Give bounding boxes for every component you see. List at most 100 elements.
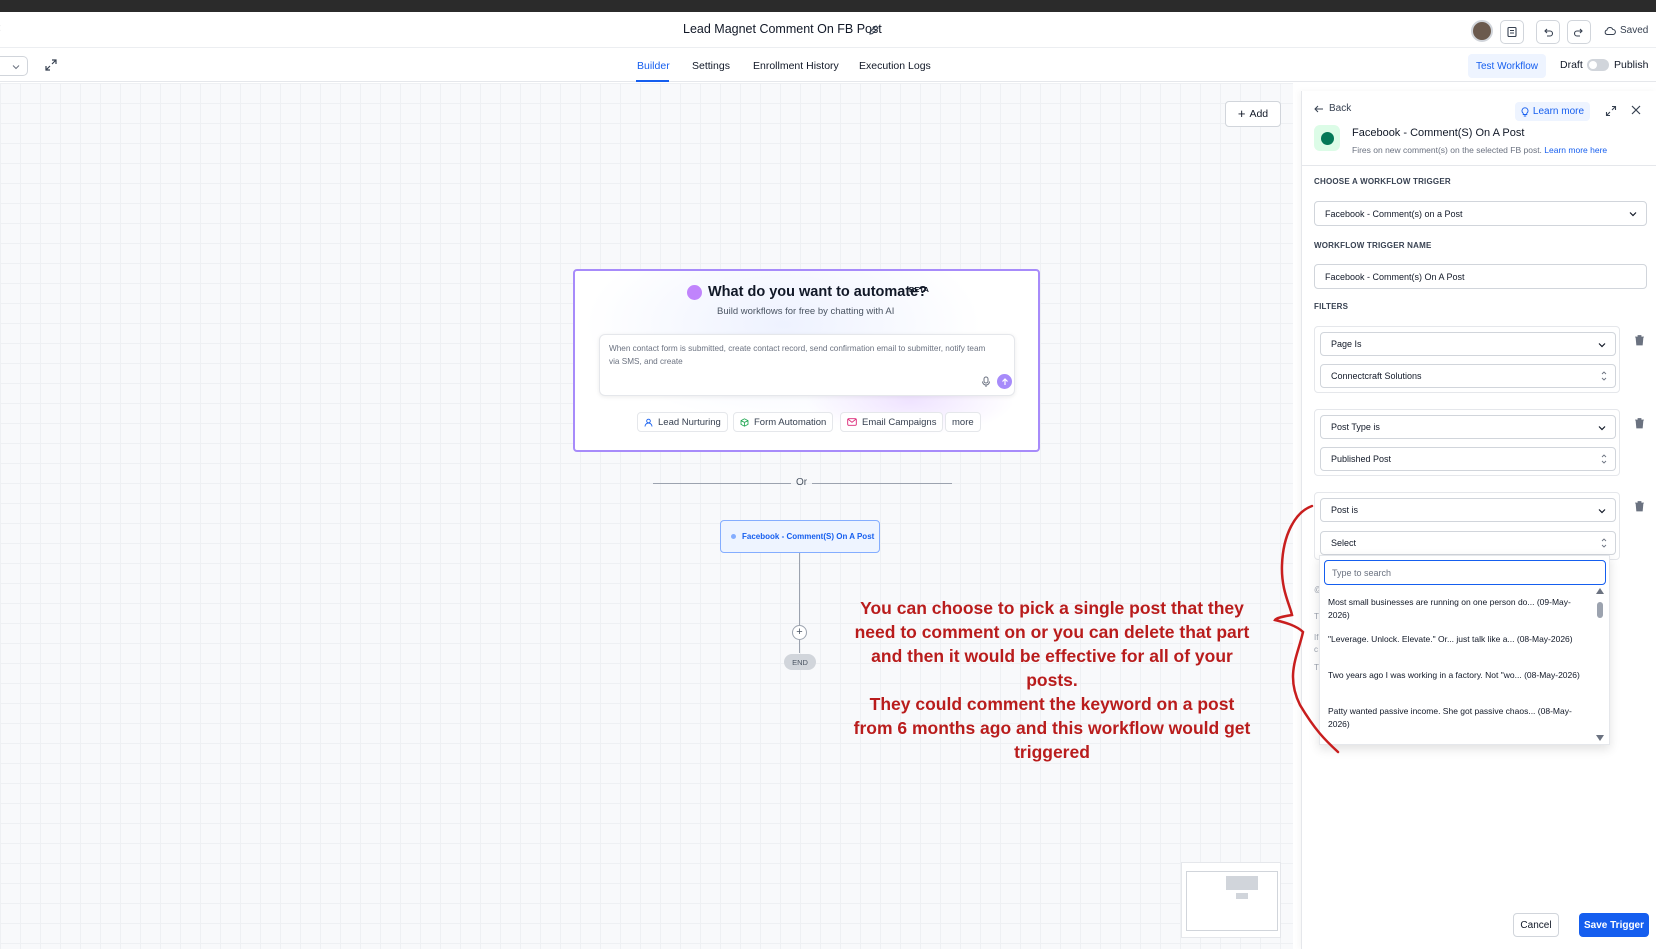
send-button[interactable] — [997, 374, 1012, 389]
add-step-button[interactable]: + — [792, 625, 807, 640]
up-down-icon — [1601, 538, 1607, 548]
pencil-icon[interactable] — [868, 24, 880, 36]
add-label: Add — [1249, 108, 1269, 120]
book-button[interactable] — [1500, 20, 1524, 44]
filter-field-select[interactable]: Post Type is — [1320, 415, 1616, 439]
filter-field-select[interactable]: Page Is — [1320, 332, 1616, 356]
trigger-type-select[interactable]: Facebook - Comment(s) on a Post — [1314, 201, 1647, 226]
redo-button[interactable] — [1567, 20, 1591, 44]
post-option[interactable]: Patty wanted passive income. She got pas… — [1328, 705, 1583, 730]
trigger-name-input[interactable]: Facebook - Comment(s) On A Post — [1314, 264, 1647, 289]
filter-value: Published Post — [1331, 454, 1392, 464]
left-dropdown[interactable] — [0, 56, 28, 76]
tab-settings[interactable]: Settings — [692, 60, 730, 72]
filter-value: Select — [1331, 538, 1357, 548]
redo-icon — [1573, 28, 1583, 37]
end-node: END — [784, 654, 816, 670]
learn-more-link[interactable]: Learn more here — [1544, 145, 1607, 155]
filter-group: Page Is Connectcraft Solutions — [1314, 326, 1620, 393]
workflow-title[interactable]: Lead Magnet Comment On FB Post — [683, 22, 882, 36]
ai-card-title: What do you want to automate? — [708, 284, 928, 300]
trash-icon[interactable] — [1634, 334, 1645, 346]
trash-icon[interactable] — [1634, 417, 1645, 429]
add-button[interactable]: + Add — [1225, 101, 1281, 127]
saved-label: Saved — [1620, 25, 1649, 36]
user-avatar[interactable] — [1471, 20, 1493, 42]
lightbulb-icon — [1521, 106, 1529, 116]
learn-more-label: Learn more — [1532, 106, 1585, 117]
scroll-up-icon[interactable] — [1596, 588, 1604, 594]
ai-prompt-input[interactable]: When contact form is submitted, create c… — [599, 334, 1015, 396]
cube-icon — [740, 417, 749, 427]
mail-icon — [847, 418, 857, 426]
chip-more[interactable]: more — [945, 412, 981, 432]
divider-right — [812, 483, 952, 484]
close-icon[interactable] — [1630, 104, 1642, 116]
minimap-node — [1236, 893, 1248, 899]
scrollbar-thumb[interactable] — [1597, 602, 1603, 618]
chip-label: Lead Nurturing — [658, 416, 721, 428]
up-down-icon — [1601, 454, 1607, 464]
fullscreen-icon[interactable] — [44, 58, 58, 72]
publish-label: Publish — [1614, 59, 1649, 71]
scroll-down-icon[interactable] — [1596, 735, 1604, 741]
trigger-name-label: WORKFLOW TRIGGER NAME — [1314, 241, 1432, 250]
filter-value-select[interactable]: Connectcraft Solutions — [1320, 364, 1616, 388]
hidden-content-peek: If — [1314, 633, 1319, 642]
chevron-down-icon — [12, 65, 20, 70]
tab-builder[interactable]: Builder — [637, 60, 670, 72]
post-option[interactable]: Two years ago I was working in a factory… — [1328, 669, 1583, 682]
save-trigger-button[interactable]: Save Trigger — [1579, 913, 1649, 937]
chip-email-campaigns[interactable]: Email Campaigns — [840, 412, 944, 432]
trigger-node[interactable]: Facebook - Comment(S) On A Post — [720, 520, 880, 553]
hidden-content-peek: c — [1314, 645, 1318, 654]
back-label: Back — [1329, 103, 1352, 114]
filter-group: Post is Select — [1314, 492, 1620, 560]
learn-more-button[interactable]: Learn more — [1515, 102, 1590, 121]
back-button[interactable]: Back — [1314, 103, 1351, 114]
minimap[interactable] — [1181, 862, 1281, 938]
filter-field-select[interactable]: Post is — [1320, 498, 1616, 522]
draft-label: Draft — [1560, 59, 1583, 71]
filter-value-select[interactable]: Published Post — [1320, 447, 1616, 471]
expand-icon[interactable] — [1605, 105, 1617, 117]
chevron-down-icon — [1629, 212, 1637, 217]
tab-enrollment-history[interactable]: Enrollment History — [753, 60, 839, 72]
user-icon — [644, 418, 653, 427]
sparkle-icon — [687, 285, 702, 300]
cloud-icon — [1604, 26, 1616, 35]
post-option[interactable]: Most small businesses are running on one… — [1328, 596, 1583, 621]
chevron-down-icon — [1598, 509, 1606, 514]
node-status-dot — [731, 534, 736, 539]
filters-label: FILTERS — [1314, 302, 1349, 311]
trigger-name-value: Facebook - Comment(s) On A Post — [1325, 271, 1465, 282]
window-top-strip — [0, 0, 1656, 12]
dropdown-search-input[interactable]: Type to search — [1324, 560, 1606, 585]
ai-card-subtitle: Build workflows for free by chatting wit… — [717, 306, 895, 317]
cancel-button[interactable]: Cancel — [1513, 913, 1559, 937]
post-option[interactable]: "Leverage. Unlock. Elevate." Or... just … — [1328, 633, 1583, 646]
chip-form-automation[interactable]: Form Automation — [733, 412, 834, 432]
publish-toggle[interactable] — [1587, 59, 1609, 71]
divider-left — [653, 483, 791, 484]
chevron-down-icon — [1598, 426, 1606, 431]
annotation-text: You can choose to pick a single post tha… — [850, 596, 1254, 764]
workflow-canvas[interactable] — [0, 83, 1293, 949]
arrow-left-icon — [1314, 105, 1323, 112]
undo-button[interactable] — [1536, 20, 1560, 44]
trigger-title: Facebook - Comment(S) On A Post — [1352, 127, 1525, 139]
filter-field-value: Page Is — [1331, 339, 1362, 349]
post-select[interactable]: Select — [1320, 531, 1616, 555]
test-workflow-button[interactable]: Test Workflow — [1468, 54, 1546, 78]
dropdown-search-placeholder: Type to search — [1332, 567, 1392, 578]
messenger-icon — [1314, 125, 1340, 151]
undo-icon — [1544, 28, 1554, 37]
microphone-icon[interactable] — [981, 376, 991, 388]
tab-execution-logs[interactable]: Execution Logs — [859, 60, 931, 72]
active-tab-indicator — [636, 80, 669, 82]
left-edge-glyph: : — [0, 22, 1, 34]
filter-field-value: Post Type is — [1331, 422, 1380, 432]
chip-lead-nurturing[interactable]: Lead Nurturing — [637, 412, 728, 432]
trash-icon[interactable] — [1634, 500, 1645, 512]
filter-group: Post Type is Published Post — [1314, 409, 1620, 476]
